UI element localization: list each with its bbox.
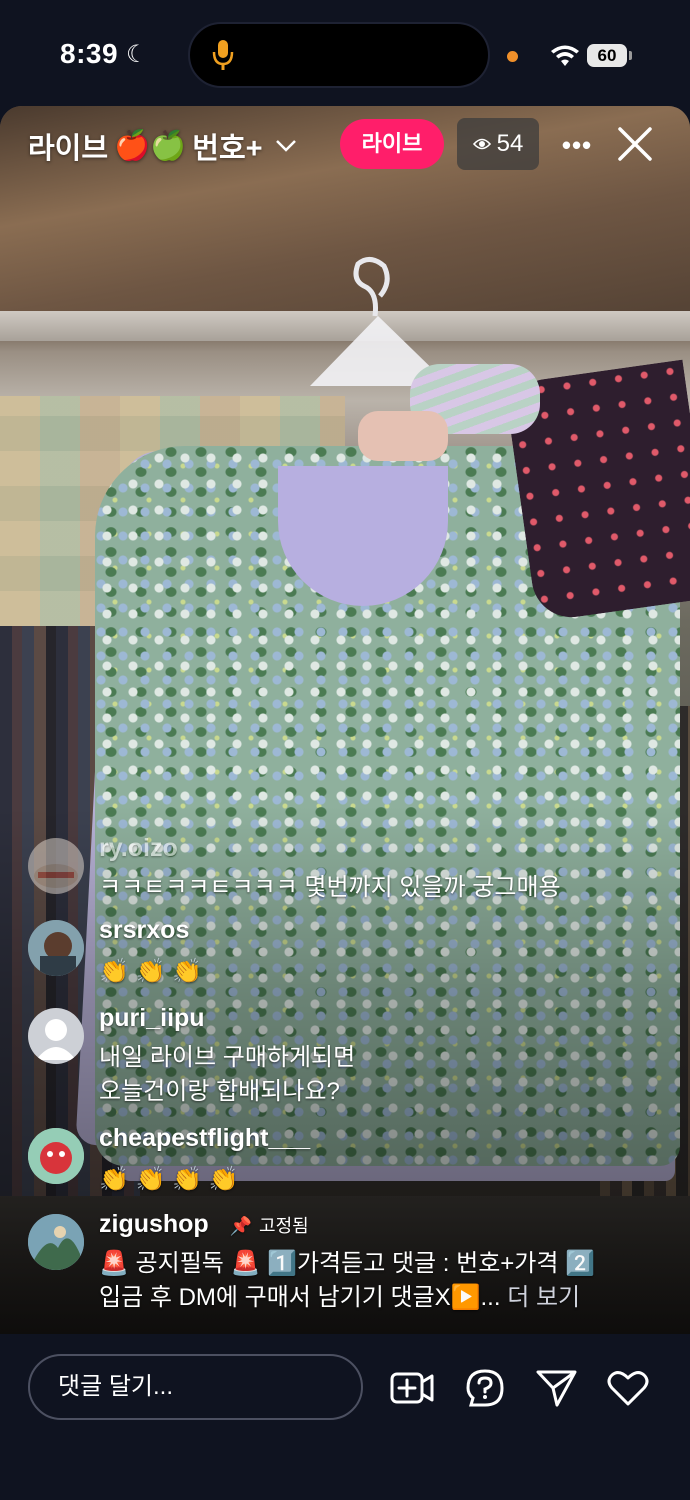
- add-video-icon[interactable]: [390, 1368, 434, 1408]
- comment-text: ㅋㅋㅌㅋㅋㅌㅋㅋㅋ 몇번까지 있을까 궁그매용: [99, 874, 561, 901]
- live-title-dropdown[interactable]: 라이브 🍎🍏 번호+: [28, 125, 297, 167]
- presenter-hand: [358, 411, 448, 461]
- comment-username[interactable]: srsrxos: [99, 916, 189, 945]
- moon-icon: ☾: [126, 41, 148, 68]
- pin-icon: 📌: [229, 1216, 253, 1236]
- viewer-count-badge[interactable]: 54: [457, 118, 539, 170]
- privacy-dot: [507, 51, 518, 62]
- status-bar: 8:39 ☾ 60: [0, 0, 690, 106]
- comment-text-line2-row: 입금 후 DM에 구매서 남기기 댓글X▶️... 더 보기: [99, 1282, 580, 1314]
- heart-icon[interactable]: [606, 1368, 650, 1408]
- title-suffix: 번호+: [192, 133, 263, 165]
- see-more-link[interactable]: 더 보기: [507, 1284, 580, 1311]
- chevron-down-icon: [275, 140, 296, 152]
- bottom-bar: 댓글 달기...: [0, 1334, 690, 1500]
- battery-nub: [629, 51, 632, 60]
- comment-input[interactable]: 댓글 달기...: [28, 1354, 363, 1420]
- comment-text-line2: 오늘건이랑 합배되나요?: [99, 1078, 340, 1105]
- title-emojis: 🍎🍏: [114, 130, 187, 162]
- close-icon[interactable]: [617, 126, 653, 162]
- battery-icon: 60: [587, 44, 627, 67]
- pinned-label: 고정됨: [259, 1216, 309, 1236]
- send-icon[interactable]: [535, 1368, 579, 1408]
- comment-username[interactable]: puri_iipu: [99, 1004, 205, 1033]
- avatar[interactable]: [28, 1128, 84, 1184]
- comment-username-row: zigushop 📌 고정됨: [99, 1210, 309, 1239]
- comment-text: 👏 👏 👏: [99, 958, 202, 985]
- comment-username[interactable]: ry.oizo: [99, 834, 178, 863]
- comment-username[interactable]: zigushop: [99, 1210, 209, 1238]
- question-icon[interactable]: [463, 1368, 507, 1408]
- comment-username[interactable]: cheapestflight___: [99, 1124, 310, 1153]
- dynamic-island: [188, 22, 490, 88]
- eye-icon: [472, 138, 491, 150]
- avatar[interactable]: [28, 1214, 84, 1270]
- comment-text-line2: 입금 후 DM에 구매서 남기기 댓글X▶️...: [99, 1284, 501, 1311]
- microphone-icon: [212, 40, 234, 70]
- avatar[interactable]: [28, 838, 84, 894]
- comment-text-line1: 내일 라이브 구매하게되면: [99, 1044, 356, 1071]
- wifi-icon: [551, 45, 579, 66]
- comment-text: 👏 👏 👏 👏: [99, 1166, 239, 1193]
- live-title: 라이브: [28, 133, 109, 165]
- avatar[interactable]: [28, 920, 84, 976]
- live-badge: 라이브: [340, 119, 444, 169]
- avatar[interactable]: [28, 1008, 84, 1064]
- more-options-icon[interactable]: •••: [560, 130, 594, 160]
- status-time: 8:39: [60, 38, 119, 69]
- viewer-count: 54: [496, 130, 524, 157]
- comment-text-line1: 🚨 공지필독 🚨 1️⃣가격듣고 댓글 : 번호+가격 2️⃣: [99, 1250, 596, 1277]
